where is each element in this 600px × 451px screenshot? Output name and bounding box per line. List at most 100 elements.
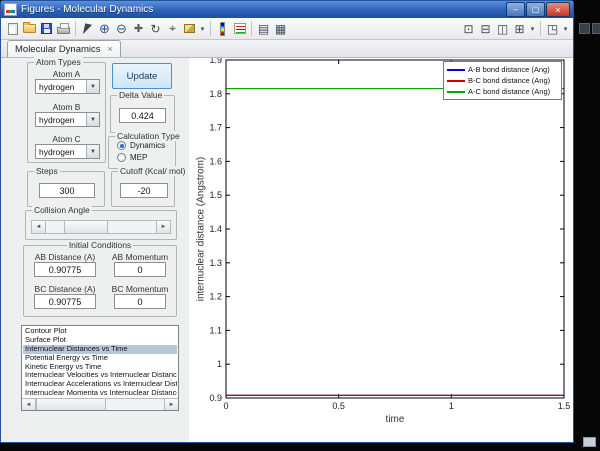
delta-value-field[interactable]: [119, 108, 166, 123]
new-document-icon[interactable]: [4, 20, 21, 38]
zoom-out-icon[interactable]: ⊖: [113, 20, 130, 38]
background-window-artifact: [592, 23, 600, 34]
pointer-icon[interactable]: [79, 20, 96, 38]
figure-area: 00.511.50.911.11.21.31.41.51.61.71.81.9 …: [189, 58, 573, 442]
ab-distance-a-label: AB Distance (A): [28, 252, 102, 262]
y-tick-label: 1.2: [209, 292, 222, 302]
legend-entry: B-C bond distance (Ang): [447, 75, 558, 86]
radio-icon: [117, 153, 126, 162]
control-panel: Atom Types Atom Ahydrogen▼Atom Bhydrogen…: [1, 58, 189, 442]
app-icon: [4, 3, 17, 16]
listbox-horizontal-scrollbar[interactable]: ◄ ►: [22, 398, 178, 410]
brush-icon[interactable]: [181, 20, 198, 38]
dropdown-arrow-icon[interactable]: ▼: [86, 80, 99, 93]
pan-icon[interactable]: ✚: [130, 20, 147, 38]
open-folder-icon-shape: [23, 24, 36, 33]
x-tick-label: 1: [449, 401, 454, 411]
dropdown-arrow-icon[interactable]: ▼: [86, 145, 99, 158]
show-desktop-button[interactable]: [583, 437, 596, 447]
save-icon-shape: [41, 23, 52, 34]
y-tick-label: 1.1: [209, 325, 222, 335]
slider-left-arrow-icon[interactable]: ◄: [32, 221, 46, 233]
layout-split-vertical-icon[interactable]: ◫: [494, 20, 511, 38]
legend-line-sample: [447, 91, 465, 93]
maximize-button[interactable]: ▢: [526, 2, 545, 17]
print-icon[interactable]: [55, 20, 72, 38]
delta-value-group-label: Delta Value: [117, 90, 164, 100]
y-tick-label: 1.6: [209, 156, 222, 166]
radio-option-label: Dynamics: [130, 141, 165, 150]
bc-distance-a-field[interactable]: [34, 294, 96, 309]
steps-field[interactable]: [39, 183, 95, 198]
atom-c-select[interactable]: hydrogen▼: [35, 144, 100, 159]
atom-a-select[interactable]: hydrogen▼: [35, 79, 100, 94]
collision-angle-group: Collision Angle ◄ ►: [25, 210, 177, 240]
ab-momentum-field[interactable]: [114, 262, 166, 277]
tab-molecular-dynamics[interactable]: Molecular Dynamics ×: [7, 40, 121, 57]
background-window-artifact: [579, 23, 590, 34]
atom-b-select[interactable]: hydrogen▼: [35, 112, 100, 127]
plot-legend[interactable]: A-B bond distance (Ang)B-C bond distance…: [443, 61, 562, 100]
list-item[interactable]: Surface Plot: [23, 336, 177, 345]
y-tick-label: 1.7: [209, 123, 222, 133]
slider-right-arrow-icon[interactable]: ►: [156, 221, 170, 233]
brush-caret-icon[interactable]: ▾: [198, 20, 207, 38]
collision-angle-slider[interactable]: ◄ ►: [31, 220, 171, 234]
undock-caret-icon[interactable]: ▾: [561, 20, 570, 38]
insert-legend-icon[interactable]: [231, 20, 248, 38]
dropdown-arrow-icon[interactable]: ▼: [86, 113, 99, 126]
list-item[interactable]: Internuclear Distances vs Time: [23, 345, 177, 354]
layout-caret-icon[interactable]: ▾: [528, 20, 537, 38]
bc-momentum-label: BC Momentum: [108, 284, 172, 294]
toolbar: ⊕⊖✚↻⌖▾▤▦ ⊡⊟◫⊞▾◳▾: [1, 18, 573, 40]
scrollbar-thumb[interactable]: [36, 399, 106, 410]
cutoff-field[interactable]: [120, 183, 168, 198]
layout-single-icon[interactable]: ⊡: [460, 20, 477, 38]
list-item[interactable]: Internuclear Accelerations vs Internucle…: [23, 380, 177, 389]
slider-thumb[interactable]: [64, 221, 108, 233]
steps-group-label: Steps: [34, 166, 60, 176]
list-item[interactable]: Internuclear Velocities vs Internuclear …: [23, 371, 177, 380]
open-folder-icon[interactable]: [21, 20, 38, 38]
insert-colorbar-icon[interactable]: [214, 20, 231, 38]
toolbar-separator: [210, 21, 211, 36]
rotate-3d-icon[interactable]: ↻: [147, 20, 164, 38]
collision-angle-group-label: Collision Angle: [32, 205, 92, 215]
radio-option-mep[interactable]: MEP: [117, 153, 147, 162]
tab-close-icon[interactable]: ×: [108, 45, 113, 54]
layout-split-horizontal-icon[interactable]: ⊟: [477, 20, 494, 38]
plot-type-listbox[interactable]: Contour PlotSurface PlotInternuclear Dis…: [21, 325, 179, 411]
save-icon[interactable]: [38, 20, 55, 38]
minimize-button[interactable]: –: [506, 2, 525, 17]
ab-distance-a-field[interactable]: [34, 262, 96, 277]
cutoff-group: Cutoff (Kcal/ mol): [111, 171, 175, 207]
undock-icon[interactable]: ◳: [544, 20, 561, 38]
plot-browser-icon[interactable]: ▦: [272, 20, 289, 38]
bc-momentum-field[interactable]: [114, 294, 166, 309]
new-document-icon-shape: [8, 23, 18, 35]
list-item[interactable]: Potential Energy vs Time: [23, 354, 177, 363]
x-tick-label: 1.5: [558, 401, 571, 411]
list-item[interactable]: Contour Plot: [23, 327, 177, 336]
legend-entry: A-B bond distance (Ang): [447, 64, 558, 75]
figure-palette-icon[interactable]: ▤: [255, 20, 272, 38]
scrollbar-right-arrow-icon[interactable]: ►: [164, 399, 178, 410]
window-title: Figures - Molecular Dynamics: [21, 4, 505, 15]
update-button[interactable]: Update: [112, 63, 172, 89]
legend-entry: A-C bond distance (Ang): [447, 86, 558, 97]
atom-a-value: hydrogen: [36, 80, 86, 93]
titlebar[interactable]: Figures - Molecular Dynamics – ▢ ×: [1, 1, 573, 18]
close-button[interactable]: ×: [546, 2, 570, 17]
atom-b-label: Atom B: [28, 102, 105, 112]
pointer-icon-shape: [83, 23, 92, 35]
radio-option-dynamics[interactable]: Dynamics: [117, 141, 165, 150]
y-tick-label: 1.3: [209, 258, 222, 268]
atom-types-group-label: Atom Types: [34, 57, 83, 67]
scrollbar-left-arrow-icon[interactable]: ◄: [22, 399, 36, 410]
layout-grid-icon[interactable]: ⊞: [511, 20, 528, 38]
data-cursor-icon[interactable]: ⌖: [164, 20, 181, 38]
zoom-in-icon[interactable]: ⊕: [96, 20, 113, 38]
list-item[interactable]: Kinetic Energy vs Time: [23, 363, 177, 372]
list-item[interactable]: Internuclear Momenta vs Internuclear Dis…: [23, 389, 177, 397]
legend-line-sample: [447, 80, 465, 82]
